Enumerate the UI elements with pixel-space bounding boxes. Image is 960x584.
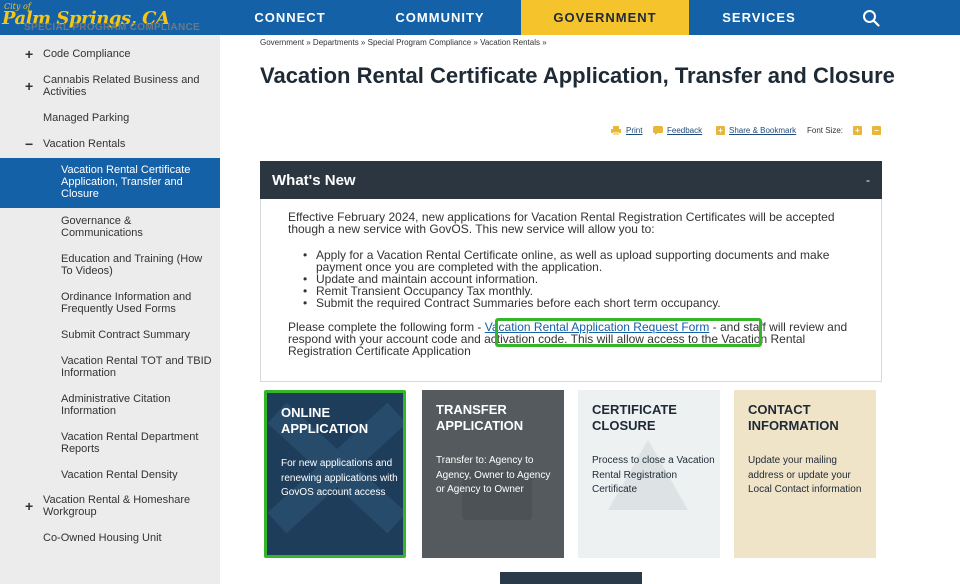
print-link[interactable]: Print xyxy=(626,126,642,135)
transfer-application-card[interactable]: TRANSFER APPLICATION Transfer to: Agency… xyxy=(422,390,564,558)
contact-information-card[interactable]: CONTACT INFORMATION Update your mailing … xyxy=(734,390,876,558)
card-description: For new applications and renewing applic… xyxy=(281,458,398,498)
sidebar-item-label: Submit Contract Summary xyxy=(61,329,190,341)
whats-new-body: Effective February 2024, new application… xyxy=(260,199,882,382)
font-decrease-button[interactable]: − xyxy=(872,126,881,135)
print-icon[interactable] xyxy=(611,126,621,135)
nav-community[interactable]: COMMUNITY xyxy=(360,0,520,35)
expand-icon[interactable]: + xyxy=(25,499,33,513)
list-item: Submit the required Contract Summaries b… xyxy=(303,297,863,309)
share-bookmark-link[interactable]: Share & Bookmark xyxy=(729,126,796,135)
sidebar-item-label: Cannabis Related Business and Activities xyxy=(43,74,200,98)
share-icon[interactable]: + xyxy=(716,126,725,135)
font-increase-button[interactable]: + xyxy=(853,126,862,135)
collapse-icon[interactable]: − xyxy=(25,137,33,151)
card-title: ONLINE APPLICATION xyxy=(281,405,369,436)
whats-new-list: Apply for a Vacation Rental Certificate … xyxy=(303,249,863,309)
collapse-icon[interactable]: - xyxy=(866,173,870,187)
sidebar-item-label: Vacation Rental Certificate Application,… xyxy=(61,164,191,200)
nav-connect[interactable]: CONNECT xyxy=(220,0,360,35)
sidebar: + Code Compliance + Cannabis Related Bus… xyxy=(0,35,220,584)
sidebar-item-label: Vacation Rental Department Reports xyxy=(61,431,199,455)
city-logo[interactable]: City of Palm Springs, CA SPECIAL PROGRAM… xyxy=(0,0,220,35)
font-size-label: Font Size: xyxy=(807,126,844,135)
expand-icon[interactable]: + xyxy=(25,47,33,61)
sidebar-item-label: Vacation Rental TOT and TBID Information xyxy=(61,355,212,379)
sidebar-item-label: Vacation Rentals xyxy=(43,138,126,150)
card-description: Transfer to: Agency to Agency, Owner to … xyxy=(436,455,551,495)
sidebar-item-label: Administrative Citation Information xyxy=(61,393,171,417)
nav-services[interactable]: SERVICES xyxy=(690,0,828,35)
sidebar-item-label: Co-Owned Housing Unit xyxy=(43,532,162,544)
sidebar-item-label: Ordinance Information and Frequently Use… xyxy=(61,291,192,315)
card-title: TRANSFER APPLICATION xyxy=(436,402,524,433)
sidebar-item-label: Code Compliance xyxy=(43,48,131,60)
card-description: Update your mailing address or update yo… xyxy=(748,455,862,495)
breadcrumb[interactable]: Government » Departments » Special Progr… xyxy=(260,38,547,47)
certificate-closure-card[interactable]: CERTIFICATE CLOSURE Process to close a V… xyxy=(578,390,720,558)
online-application-card[interactable]: ONLINE APPLICATION For new applications … xyxy=(264,390,406,558)
expand-icon[interactable]: + xyxy=(25,79,33,93)
additional-card-partial[interactable] xyxy=(500,572,642,584)
card-title: CERTIFICATE CLOSURE xyxy=(592,402,677,433)
page-title: Vacation Rental Certificate Application,… xyxy=(260,63,895,88)
feedback-link[interactable]: Feedback xyxy=(667,126,702,135)
card-description: Process to close a Vacation Rental Regis… xyxy=(592,455,715,495)
whats-new-intro: Effective February 2024, new application… xyxy=(288,210,835,236)
feedback-icon[interactable] xyxy=(653,126,663,135)
sidebar-item-label: Education and Training (How To Videos) xyxy=(61,253,203,277)
nav-government[interactable]: GOVERNMENT xyxy=(521,0,689,35)
whats-new-title: What's New xyxy=(272,172,356,189)
list-item: Apply for a Vacation Rental Certificate … xyxy=(303,249,863,273)
top-navigation-bar: City of Palm Springs, CA SPECIAL PROGRAM… xyxy=(0,0,960,35)
whats-new-header[interactable]: What's New - xyxy=(260,161,882,199)
link-highlight xyxy=(495,318,762,347)
sidebar-item-label: Governance & Communications xyxy=(61,215,143,239)
sidebar-item-certificate-application[interactable]: Vacation Rental Certificate Application,… xyxy=(0,158,220,208)
sidebar-item-label: Managed Parking xyxy=(43,112,130,124)
sidebar-item-label: Vacation Rental & Homeshare Workgroup xyxy=(43,494,191,518)
sidebar-item-label: Vacation Rental Density xyxy=(61,469,178,481)
card-title: CONTACT INFORMATION xyxy=(748,402,839,433)
logo-subtitle: SPECIAL PROGRAM COMPLIANCE xyxy=(24,22,200,33)
search-icon[interactable] xyxy=(862,9,880,27)
